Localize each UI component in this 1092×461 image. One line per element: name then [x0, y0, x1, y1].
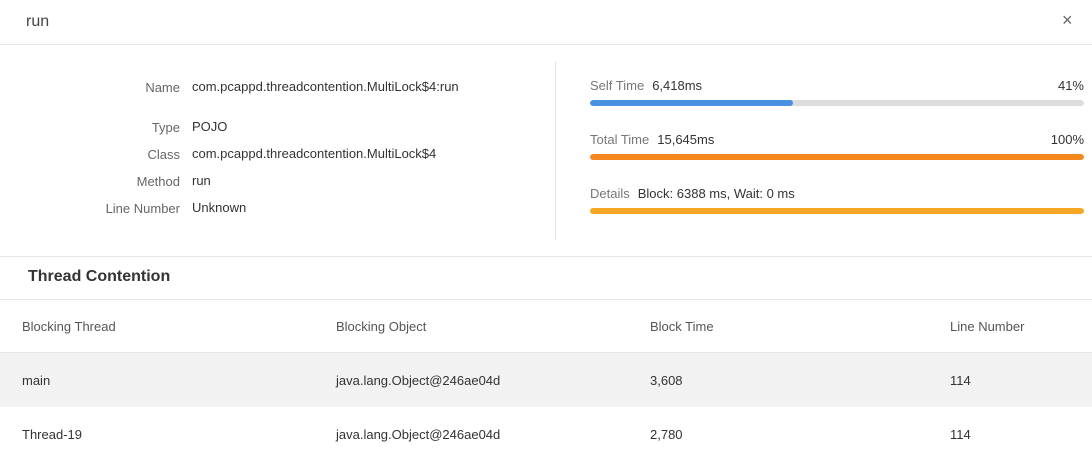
- table-row[interactable]: Thread-19 java.lang.Object@246ae04d 2,78…: [0, 407, 1092, 461]
- property-label: Type: [151, 120, 180, 135]
- self-time-label: Self Time: [590, 78, 645, 93]
- details-bar: [590, 208, 1084, 214]
- column-header-block-time[interactable]: Block Time: [650, 300, 950, 353]
- property-row-method: Method run: [0, 174, 550, 201]
- thread-contention-table: Blocking Thread Blocking Object Block Ti…: [0, 300, 1092, 461]
- panel-divider: [555, 62, 556, 240]
- property-row-type: Type POJO: [0, 120, 550, 147]
- property-row-class: Class com.pcappd.threadcontention.MultiL…: [0, 147, 550, 174]
- details-label: Details: [590, 186, 630, 201]
- cell-line-number: 114: [950, 426, 971, 442]
- column-header-line-number[interactable]: Line Number: [950, 300, 1092, 353]
- table-row[interactable]: main java.lang.Object@246ae04d 3,608 114: [0, 352, 1092, 407]
- dialog-title: run: [26, 13, 50, 30]
- property-value: run: [192, 173, 211, 188]
- total-time-metric: Total Time 15,645ms 100%: [590, 132, 1084, 160]
- property-row-line-number: Line Number Unknown: [0, 201, 550, 228]
- self-time-metric: Self Time 6,418ms 41%: [590, 78, 1084, 106]
- details-value: Block: 6388 ms, Wait: 0 ms: [637, 186, 795, 201]
- total-time-label: Total Time: [590, 132, 650, 147]
- total-time-value: 15,645ms: [657, 132, 715, 147]
- thread-contention-title: Thread Contention: [28, 268, 171, 285]
- cell-line-number: 114: [950, 352, 1092, 407]
- section-divider: [0, 256, 1092, 257]
- column-header-blocking-thread[interactable]: Blocking Thread: [0, 300, 336, 353]
- property-label: Class: [147, 147, 180, 162]
- self-time-percent: 41%: [1057, 78, 1084, 93]
- property-value: com.pcappd.threadcontention.MultiLock$4:…: [192, 79, 459, 94]
- cell-blocking-object: java.lang.Object@246ae04d: [336, 352, 650, 407]
- total-time-percent: 100%: [1050, 132, 1084, 147]
- property-value: POJO: [192, 119, 228, 134]
- details-metric: Details Block: 6388 ms, Wait: 0 ms: [590, 186, 1084, 214]
- self-time-bar-fill: [590, 100, 793, 106]
- property-label: Method: [136, 174, 180, 189]
- table-header-row: Blocking Thread Blocking Object Block Ti…: [0, 300, 1092, 353]
- property-value: Unknown: [192, 200, 247, 215]
- property-row-name: Name com.pcappd.threadcontention.MultiLo…: [0, 80, 550, 120]
- dialog-header: run ×: [0, 0, 1092, 45]
- method-details-dialog: run × Name com.pcappd.threadcontention.M…: [0, 0, 1092, 460]
- property-label: Line Number: [105, 201, 180, 216]
- total-time-bar: [590, 154, 1084, 160]
- properties-panel: Name com.pcappd.threadcontention.MultiLo…: [0, 80, 550, 228]
- property-label: Name: [145, 80, 180, 95]
- property-value: com.pcappd.threadcontention.MultiLock$4: [192, 146, 437, 161]
- self-time-bar: [590, 100, 1084, 106]
- total-time-bar-fill: [590, 154, 1084, 160]
- cell-block-time: 2,780: [650, 426, 683, 442]
- cell-blocking-object: java.lang.Object@246ae04d: [336, 426, 501, 442]
- cell-block-time: 3,608: [650, 352, 950, 407]
- column-header-blocking-object[interactable]: Blocking Object: [336, 300, 650, 353]
- cell-blocking-thread: main: [0, 352, 336, 407]
- details-bar-fill: [590, 208, 1084, 214]
- cell-blocking-thread: Thread-19: [22, 426, 82, 442]
- self-time-value: 6,418ms: [652, 78, 703, 93]
- close-icon[interactable]: ×: [1062, 11, 1073, 29]
